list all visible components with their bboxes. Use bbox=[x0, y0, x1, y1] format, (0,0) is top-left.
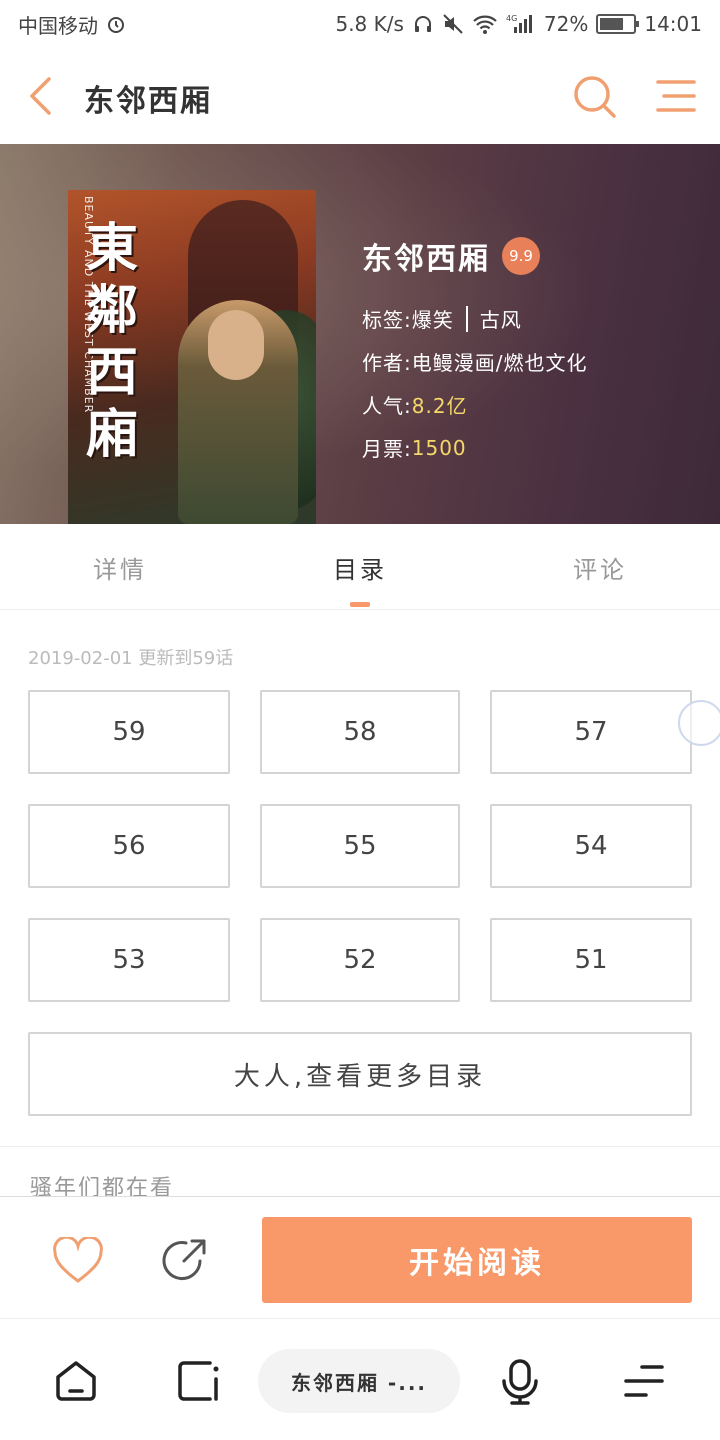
page-title: 东邻西厢 bbox=[84, 84, 212, 119]
tag-separator bbox=[465, 305, 468, 332]
detail-tabs: 详情 目录 评论 bbox=[0, 524, 720, 610]
chapter-button[interactable]: 56 bbox=[28, 804, 230, 888]
book-title: 东邻西厢 bbox=[362, 242, 490, 277]
start-reading-button[interactable]: 开始阅读 bbox=[262, 1217, 692, 1303]
menu-lines-icon bbox=[656, 80, 696, 112]
tabs-button[interactable] bbox=[174, 1357, 222, 1405]
chapter-button[interactable]: 52 bbox=[260, 918, 460, 1002]
book-hero: BEAUTY AND THE WEST CHAMBER 東鄰西廂 东邻西厢 9.… bbox=[0, 144, 720, 524]
chapter-button[interactable]: 58 bbox=[260, 690, 460, 774]
book-info: 东邻西厢 9.9 标签: 爆笑 古风 作者: 电鳗漫画/燃也文化 人气: 8.2… bbox=[362, 234, 588, 462]
menu-button[interactable] bbox=[654, 74, 698, 118]
search-icon bbox=[574, 76, 616, 118]
browser-menu-button[interactable] bbox=[620, 1357, 668, 1405]
book-title-row: 东邻西厢 9.9 bbox=[362, 234, 588, 278]
action-bar: 开始阅读 bbox=[0, 1196, 720, 1318]
chapter-button[interactable]: 59 bbox=[28, 690, 230, 774]
favorite-button[interactable] bbox=[52, 1235, 104, 1285]
battery-percent: 72% bbox=[543, 12, 589, 36]
signal-icon: 4G bbox=[506, 13, 536, 35]
status-right: 5.8 K/s 4G 72% 14:01 bbox=[335, 12, 702, 36]
current-page-pill[interactable]: 东邻西厢 -... bbox=[258, 1349, 460, 1413]
status-bar: 中国移动 5.8 K/s 4G 72% 14:01 bbox=[0, 0, 720, 48]
tickets-value: 1500 bbox=[411, 435, 467, 460]
section-title: 骚年们都在看 bbox=[30, 1176, 175, 1196]
book-cover-image[interactable]: BEAUTY AND THE WEST CHAMBER 東鄰西廂 bbox=[68, 190, 316, 524]
wifi-icon bbox=[472, 13, 498, 35]
battery-icon bbox=[596, 14, 640, 34]
chapter-button[interactable]: 54 bbox=[490, 804, 692, 888]
author-label: 作者: bbox=[362, 351, 412, 375]
microphone-icon bbox=[502, 1359, 538, 1405]
share-button[interactable] bbox=[160, 1235, 210, 1285]
mute-icon bbox=[442, 13, 464, 35]
cover-title: 東鄰西廂 bbox=[86, 218, 139, 465]
tab-comments[interactable]: 评论 bbox=[480, 524, 720, 609]
status-left: 中国移动 bbox=[18, 10, 126, 39]
tags-label: 标签: bbox=[362, 308, 412, 332]
chapter-button[interactable]: 51 bbox=[490, 918, 692, 1002]
author-row: 作者: 电鳗漫画/燃也文化 bbox=[362, 347, 588, 376]
cover-face bbox=[208, 310, 264, 380]
carrier-name: 中国移动 bbox=[18, 13, 98, 38]
tags-row: 标签: 爆笑 古风 bbox=[362, 304, 588, 333]
search-button[interactable] bbox=[570, 72, 618, 120]
svg-text:4G: 4G bbox=[506, 14, 517, 23]
chapter-button[interactable]: 53 bbox=[28, 918, 230, 1002]
chevron-left-icon bbox=[30, 77, 51, 115]
floating-assist-button[interactable] bbox=[678, 700, 720, 746]
net-speed: 5.8 K/s bbox=[335, 12, 404, 36]
headphones-icon bbox=[412, 13, 434, 35]
heart-icon bbox=[53, 1235, 103, 1283]
chapter-button[interactable]: 57 bbox=[490, 690, 692, 774]
tag-item[interactable]: 爆笑 bbox=[412, 304, 454, 333]
browser-nav-bar: 东邻西厢 -... bbox=[0, 1318, 720, 1440]
tabs-window-icon bbox=[178, 1361, 219, 1401]
voice-button[interactable] bbox=[496, 1357, 544, 1405]
share-arrow-icon bbox=[162, 1239, 206, 1281]
alarm-clock-icon bbox=[106, 14, 126, 34]
score-badge: 9.9 bbox=[502, 237, 540, 275]
tag-item[interactable]: 古风 bbox=[480, 304, 522, 333]
back-button[interactable] bbox=[20, 74, 60, 118]
chapter-grid: 59 58 57 56 55 54 53 52 51 bbox=[28, 690, 692, 1002]
battery-level-fill bbox=[600, 18, 624, 30]
popularity-value: 8.2亿 bbox=[411, 394, 468, 418]
more-chapters-button[interactable]: 大人,查看更多目录 bbox=[28, 1032, 692, 1116]
tickets-label: 月票: bbox=[362, 437, 412, 461]
home-button[interactable] bbox=[52, 1357, 100, 1405]
chapter-button[interactable]: 55 bbox=[260, 804, 460, 888]
menu-lines-icon bbox=[624, 1365, 664, 1397]
popularity-label: 人气: bbox=[362, 394, 412, 418]
section-divider bbox=[0, 1146, 720, 1147]
clock-time: 14:01 bbox=[644, 12, 702, 36]
popularity-row: 人气: 8.2亿 bbox=[362, 390, 588, 419]
tab-catalog[interactable]: 目录 bbox=[240, 524, 480, 609]
tickets-row: 月票: 1500 bbox=[362, 433, 588, 462]
author-name: 电鳗漫画/燃也文化 bbox=[411, 351, 588, 375]
home-icon bbox=[56, 1361, 96, 1401]
update-info: 2019-02-01 更新到59话 bbox=[28, 648, 234, 669]
app-header: 东邻西厢 bbox=[0, 48, 720, 144]
tab-details[interactable]: 详情 bbox=[0, 524, 240, 609]
